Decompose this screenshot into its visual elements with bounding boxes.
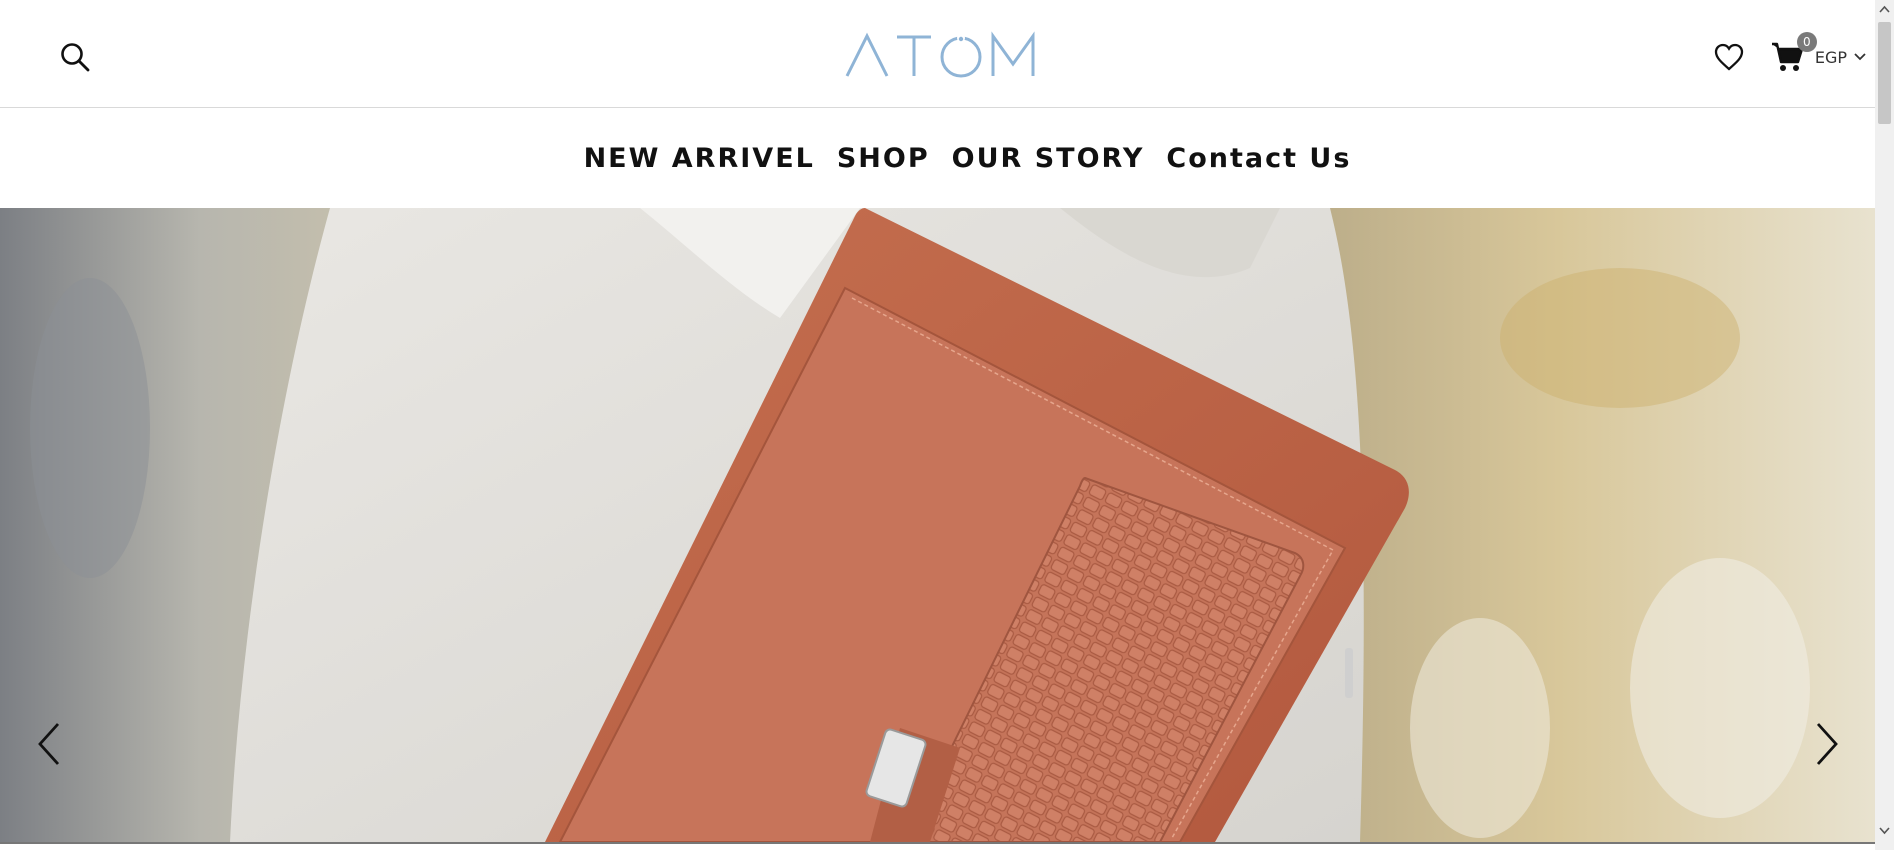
hero-image [0,208,1875,842]
nav-item-contact-us: Contact Us [1166,143,1351,174]
cart-button[interactable]: 0 [1771,32,1817,74]
chevron-up-icon [1879,5,1890,13]
section-divider [0,842,1875,844]
main-navigation: NEW ARRIVEL SHOP OUR STORY Contact Us [0,108,1875,208]
atom-logo [845,31,1035,78]
scroll-thumb[interactable] [1878,22,1891,124]
site-header: 0 EGP [0,0,1875,109]
currency-selector[interactable]: EGP [1815,48,1867,67]
nav-link-our-story[interactable]: OUR STORY [952,143,1145,174]
nav-item-new-arrivel: NEW ARRIVEL [584,143,815,174]
chevron-down-icon [1879,827,1890,835]
nav-item-our-story: OUR STORY [952,143,1145,174]
chevron-right-icon [1816,723,1838,765]
currency-label: EGP [1814,47,1847,67]
scroll-down-button[interactable] [1875,820,1894,840]
slider-prev-button[interactable] [30,720,70,768]
nav-link-new-arrivel[interactable]: NEW ARRIVEL [584,143,815,174]
slider-next-button[interactable] [1806,720,1846,768]
vertical-scrollbar[interactable] [1875,0,1894,850]
nav-link-contact-us[interactable]: Contact Us [1166,143,1351,174]
search-icon [61,43,90,72]
heart-icon [1714,43,1743,71]
nav-item-shop: SHOP [837,143,930,174]
cart-count-badge: 0 [1796,32,1817,52]
scroll-up-button[interactable] [1875,0,1894,20]
hero-slider [0,208,1875,842]
wishlist-button[interactable] [1713,41,1745,73]
page: 0 EGP NEW ARRIVEL SHOP OUR STORY Contact… [0,0,1875,850]
header-actions: 0 EGP [1713,32,1867,78]
chevron-left-icon [38,723,60,765]
nav-list: NEW ARRIVEL SHOP OUR STORY Contact Us [584,143,1352,174]
search-button[interactable] [58,40,94,76]
nav-link-shop[interactable]: SHOP [837,143,930,174]
chevron-down-icon [1854,53,1866,61]
site-logo[interactable] [845,30,1037,80]
